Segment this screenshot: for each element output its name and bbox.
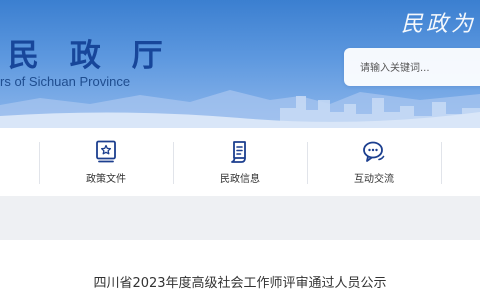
chat-bubbles-icon — [363, 141, 385, 162]
main-nav: 政策文件 民政信息 互动交流 — [0, 128, 480, 196]
article-title[interactable]: 四川省2023年度高级社会工作师评审通过人员公示 — [0, 272, 480, 291]
search-box[interactable] — [344, 48, 480, 86]
header-banner: 民 政 厅 rs of Sichuan Province 民政为 — [0, 0, 480, 128]
slogan-calligraphy: 民政为 — [400, 12, 476, 37]
nav-divider — [441, 142, 442, 184]
search-input[interactable] — [358, 58, 480, 78]
nav-item-policy[interactable]: 政策文件 — [39, 128, 173, 196]
info-document-icon — [231, 141, 246, 163]
site-subtitle: rs of Sichuan Province — [0, 74, 131, 89]
nav-label-info: 民政信息 — [220, 174, 260, 185]
gray-band — [0, 196, 480, 240]
nav-label-policy: 政策文件 — [86, 174, 126, 185]
site-title: 民 政 厅 — [8, 38, 173, 74]
nav-item-interaction[interactable]: 互动交流 — [307, 128, 441, 196]
nav-label-interaction: 互动交流 — [354, 174, 394, 185]
nav-item-info[interactable]: 民政信息 — [173, 128, 307, 196]
policy-document-icon — [96, 140, 116, 163]
